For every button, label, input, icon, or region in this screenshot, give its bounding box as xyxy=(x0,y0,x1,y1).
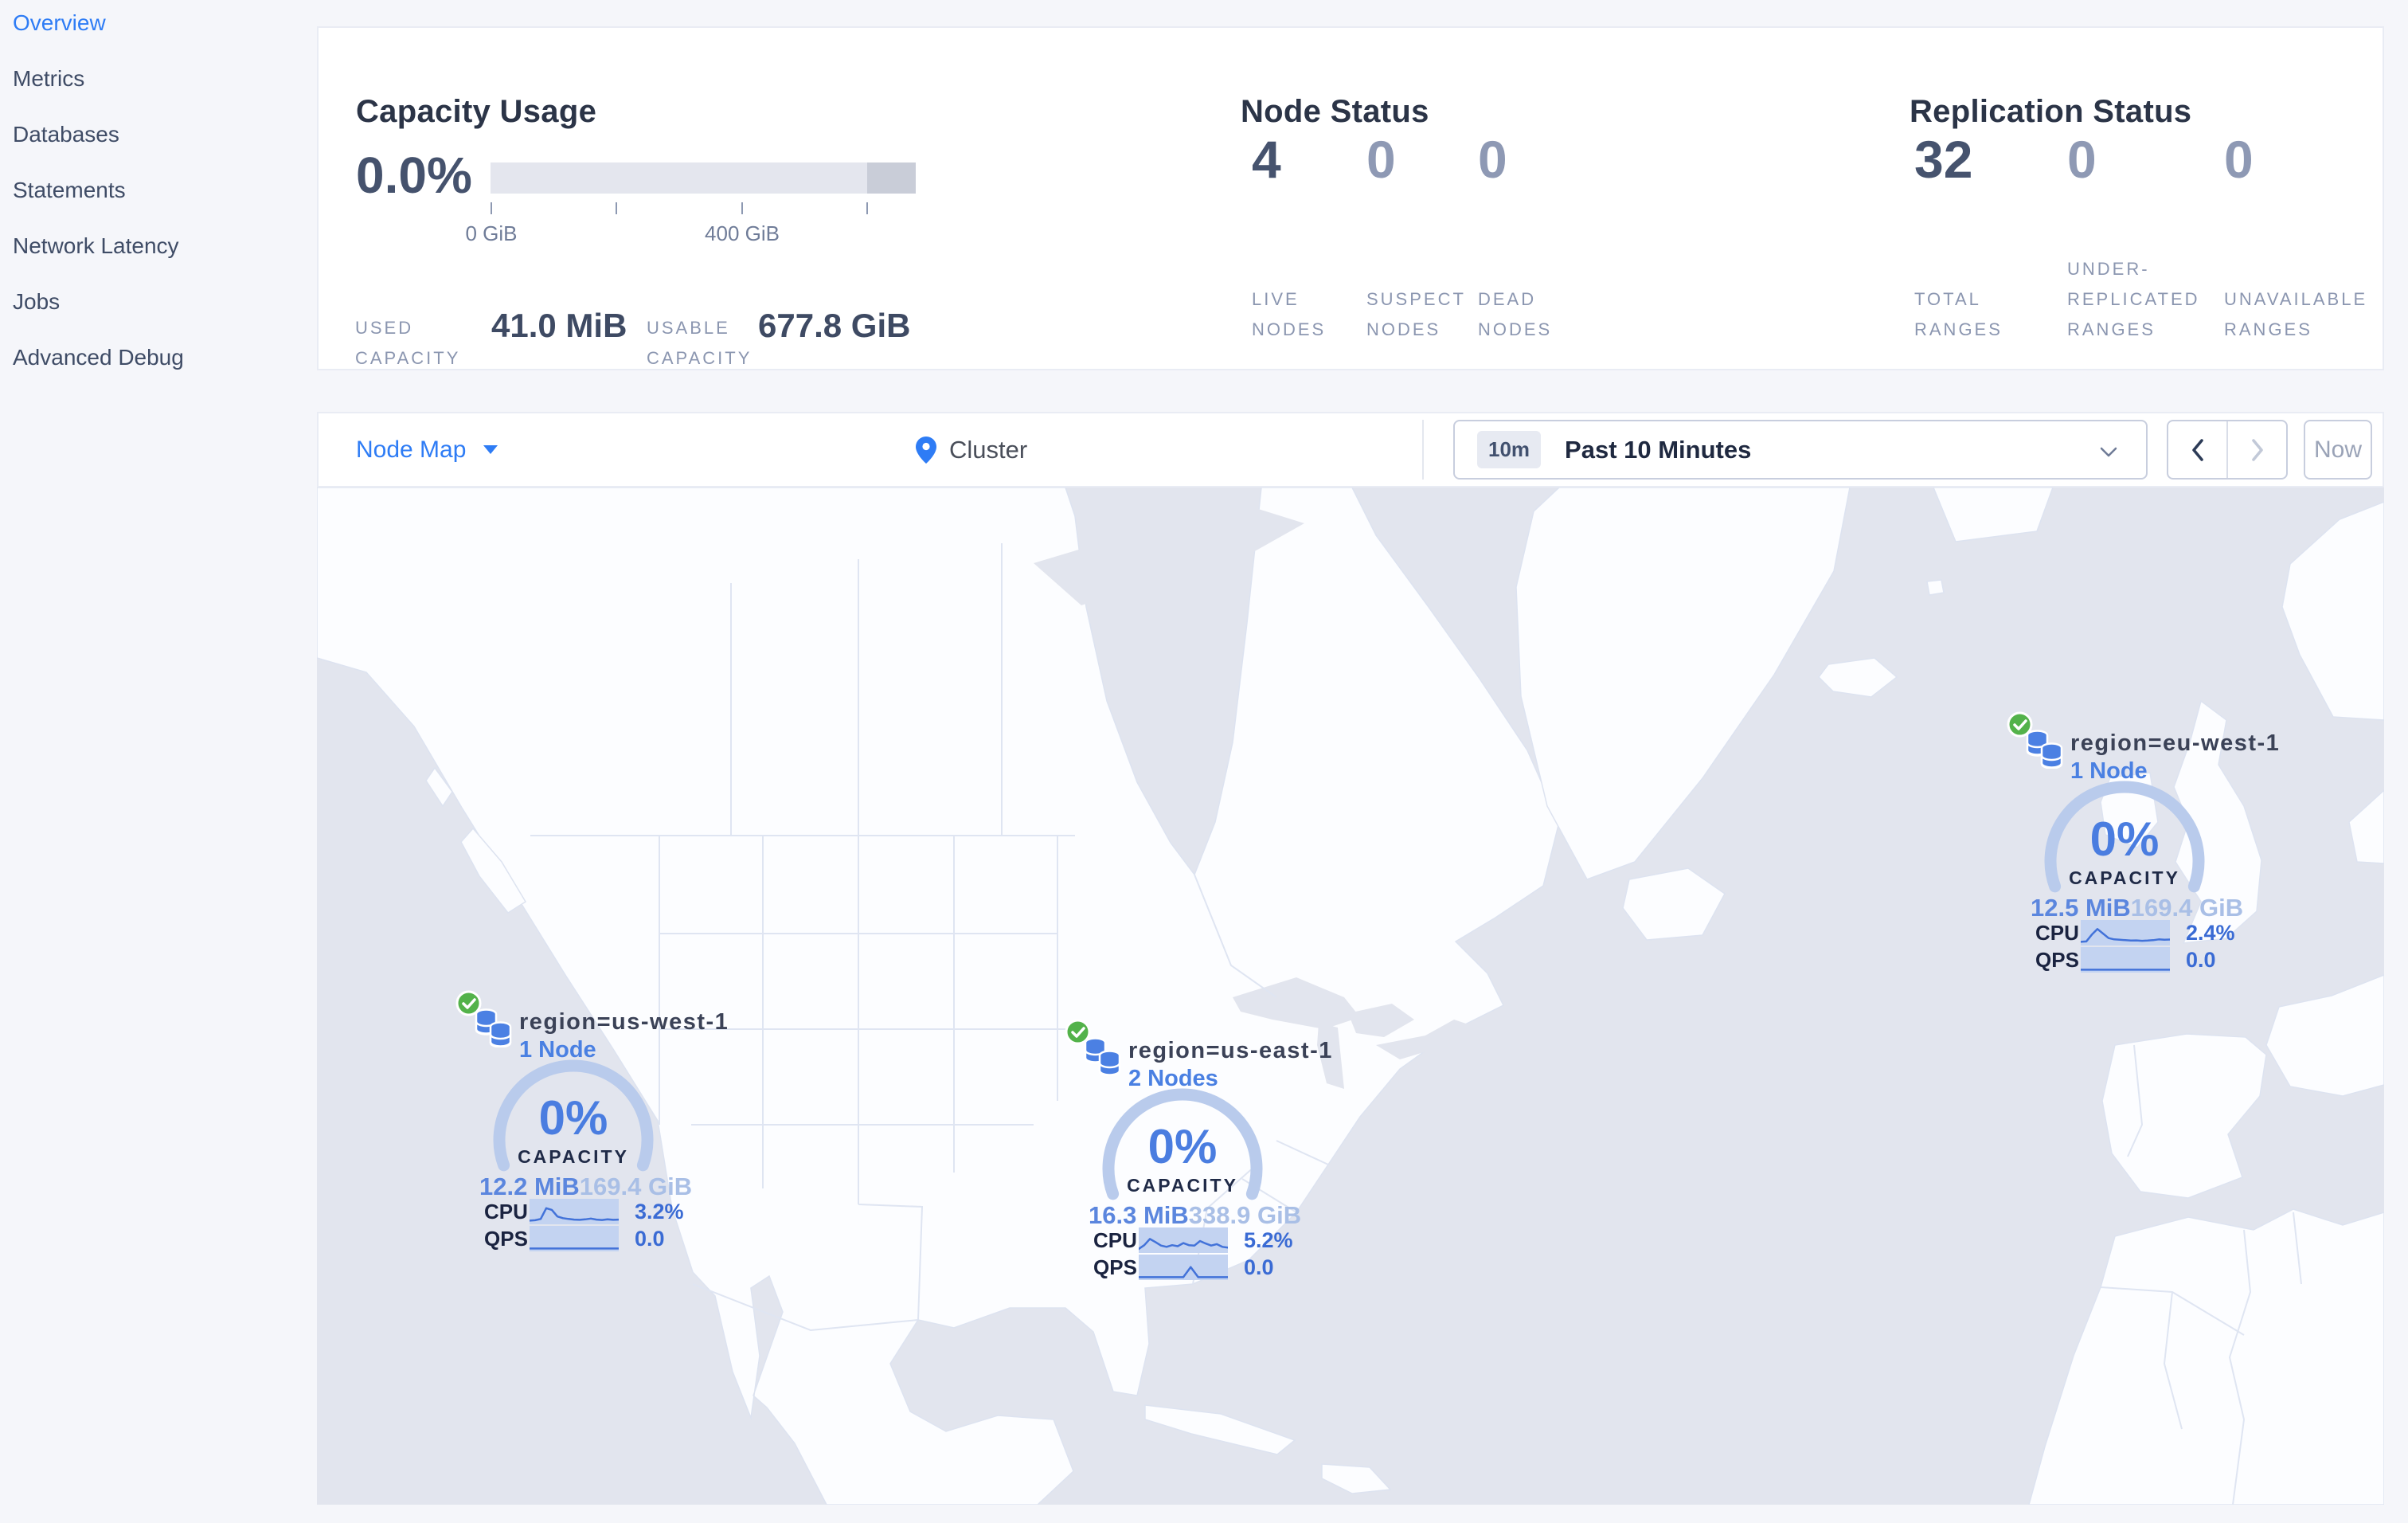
region-marker-eu-west-1: region=eu-west-1 1 Node 0% CAPACITY 12.5… xyxy=(1973,710,2279,985)
used-capacity-value: 41.0 MiB xyxy=(491,307,627,344)
cpu-sparkline xyxy=(1139,1227,1228,1253)
now-button[interactable]: Now xyxy=(2304,420,2372,480)
cpu-value: 2.4% xyxy=(2186,921,2235,945)
capacity-usage-title: Capacity Usage xyxy=(356,94,597,130)
axis-tick xyxy=(491,202,492,214)
cpu-sparkline xyxy=(530,1199,619,1224)
time-range-label: Past 10 Minutes xyxy=(1565,435,1752,464)
qps-label: QPS xyxy=(2035,948,2079,972)
region-usable-capacity: 169.4 GiB xyxy=(2130,894,2244,922)
qps-sparkline xyxy=(2081,947,2170,973)
region-capacity-label: CAPACITY xyxy=(518,1146,629,1167)
region-usable-capacity: 169.4 GiB xyxy=(579,1173,693,1200)
qps-sparkline xyxy=(530,1226,619,1251)
capacity-bar-track xyxy=(491,162,916,194)
axis-tick-label: 400 GiB xyxy=(705,221,780,245)
axis-tick xyxy=(741,202,743,214)
axis-tick-label: 0 GiB xyxy=(465,221,518,245)
cpu-value: 5.2% xyxy=(1244,1228,1293,1252)
region-capacity-label: CAPACITY xyxy=(1127,1175,1238,1196)
time-range-dropdown[interactable]: 10m Past 10 Minutes xyxy=(1453,420,2148,480)
cpu-label: CPU xyxy=(484,1200,528,1223)
toolbar-divider xyxy=(1422,420,1424,480)
sidebar-item-network-latency[interactable]: Network Latency xyxy=(0,218,317,274)
sidebar-item-databases[interactable]: Databases xyxy=(0,107,317,162)
region-capacity-label: CAPACITY xyxy=(2069,867,2180,888)
region-capacity-percent: 0% xyxy=(1147,1120,1218,1173)
region-used-capacity: 12.2 MiB xyxy=(479,1173,580,1200)
capacity-bar: 0 GiB 400 GiB xyxy=(465,162,916,258)
live-nodes-count: 4 xyxy=(1252,130,1281,189)
axis-tick xyxy=(866,202,868,214)
region-capacity-percent: 0% xyxy=(538,1091,608,1145)
unavailable-ranges-count: 0 xyxy=(2224,130,2254,189)
total-ranges-label: TOTAL RANGES xyxy=(1914,289,2003,339)
qps-value: 0.0 xyxy=(635,1227,665,1251)
sidebar-item-statements[interactable]: Statements xyxy=(0,162,317,218)
view-selector-dropdown[interactable]: Node Map xyxy=(356,413,498,486)
dead-nodes-label: DEAD NODES xyxy=(1478,289,1553,339)
chevron-down-icon xyxy=(2100,447,2117,457)
usable-capacity-label: USABLE CAPACITY xyxy=(647,318,752,368)
live-nodes-label: LIVE NODES xyxy=(1252,289,1327,339)
usable-capacity-value: 677.8 GiB xyxy=(758,307,911,344)
view-selector-label: Node Map xyxy=(356,436,467,463)
cpu-label: CPU xyxy=(2035,921,2079,945)
under-replicated-ranges-label: UNDER- REPLICATED RANGES xyxy=(2067,259,2200,339)
total-ranges-count: 32 xyxy=(1914,130,1973,189)
region-label[interactable]: region=us-west-1 xyxy=(519,1009,729,1036)
map-pin-icon xyxy=(916,436,936,464)
chevron-down-icon xyxy=(483,445,498,454)
sidebar: Overview Metrics Databases Statements Ne… xyxy=(0,0,317,1518)
region-marker-us-west-1: region=us-west-1 1 Node 0% CAPACITY 12.2… xyxy=(422,989,728,1263)
region-usable-capacity: 338.9 GiB xyxy=(1188,1201,1302,1229)
time-range-badge: 10m xyxy=(1477,431,1542,468)
sidebar-item-advanced-debug[interactable]: Advanced Debug xyxy=(0,330,317,386)
sidebar-item-jobs[interactable]: Jobs xyxy=(0,274,317,330)
database-stack-icon xyxy=(2026,730,2063,769)
breadcrumb[interactable]: Cluster xyxy=(916,413,1027,486)
sidebar-item-overview[interactable]: Overview xyxy=(0,0,317,51)
chevron-left-icon xyxy=(2191,438,2203,461)
qps-label: QPS xyxy=(1093,1255,1137,1279)
qps-value: 0.0 xyxy=(2186,948,2216,972)
cpu-sparkline xyxy=(2081,920,2170,946)
qps-label: QPS xyxy=(484,1227,528,1251)
capacity-used-percent: 0.0% xyxy=(356,147,472,204)
region-label[interactable]: region=eu-west-1 xyxy=(2070,730,2280,757)
qps-sparkline xyxy=(1139,1255,1228,1280)
region-marker-us-east-1: region=us-east-1 2 Nodes 0% CAPACITY 16.… xyxy=(1031,1017,1334,1292)
dead-nodes-count: 0 xyxy=(1478,130,1507,189)
region-used-capacity: 16.3 MiB xyxy=(1089,1201,1189,1229)
under-replicated-ranges-count: 0 xyxy=(2067,130,2097,189)
used-capacity-label: USED CAPACITY xyxy=(355,318,461,368)
qps-value: 0.0 xyxy=(1244,1255,1274,1279)
replication-status-title: Replication Status xyxy=(1910,94,2192,130)
suspect-nodes-label: SUSPECT NODES xyxy=(1366,289,1466,339)
cluster-summary-card: Capacity Usage 0.0% 0 GiB 400 GiB USED C… xyxy=(317,26,2384,370)
cpu-value: 3.2% xyxy=(635,1200,684,1223)
unavailable-ranges-label: UNAVAILABLE RANGES xyxy=(2224,289,2368,339)
region-capacity-percent: 0% xyxy=(2089,812,2160,866)
database-stack-icon xyxy=(1084,1037,1121,1076)
node-map: region=eu-west-1 1 Node 0% CAPACITY 12.5… xyxy=(317,487,2384,1505)
node-status-title: Node Status xyxy=(1241,94,1429,130)
cpu-label: CPU xyxy=(1093,1228,1137,1252)
breadcrumb-label: Cluster xyxy=(949,435,1028,464)
axis-tick xyxy=(616,202,617,214)
region-used-capacity: 12.5 MiB xyxy=(2031,894,2131,922)
database-stack-icon xyxy=(475,1008,512,1047)
chevron-right-icon xyxy=(2251,438,2263,461)
capacity-bar-segment xyxy=(867,162,916,194)
time-next-button[interactable] xyxy=(2228,421,2286,478)
time-pager xyxy=(2167,420,2288,480)
map-toolbar: Node Map Cluster 10m Past 10 Minutes Now xyxy=(317,412,2384,487)
suspect-nodes-count: 0 xyxy=(1366,130,1396,189)
time-prev-button[interactable] xyxy=(2168,421,2228,478)
region-label[interactable]: region=us-east-1 xyxy=(1128,1038,1333,1064)
cluster-overview-page: Overview Metrics Databases Statements Ne… xyxy=(0,0,2408,1523)
sidebar-item-metrics[interactable]: Metrics xyxy=(0,51,317,107)
